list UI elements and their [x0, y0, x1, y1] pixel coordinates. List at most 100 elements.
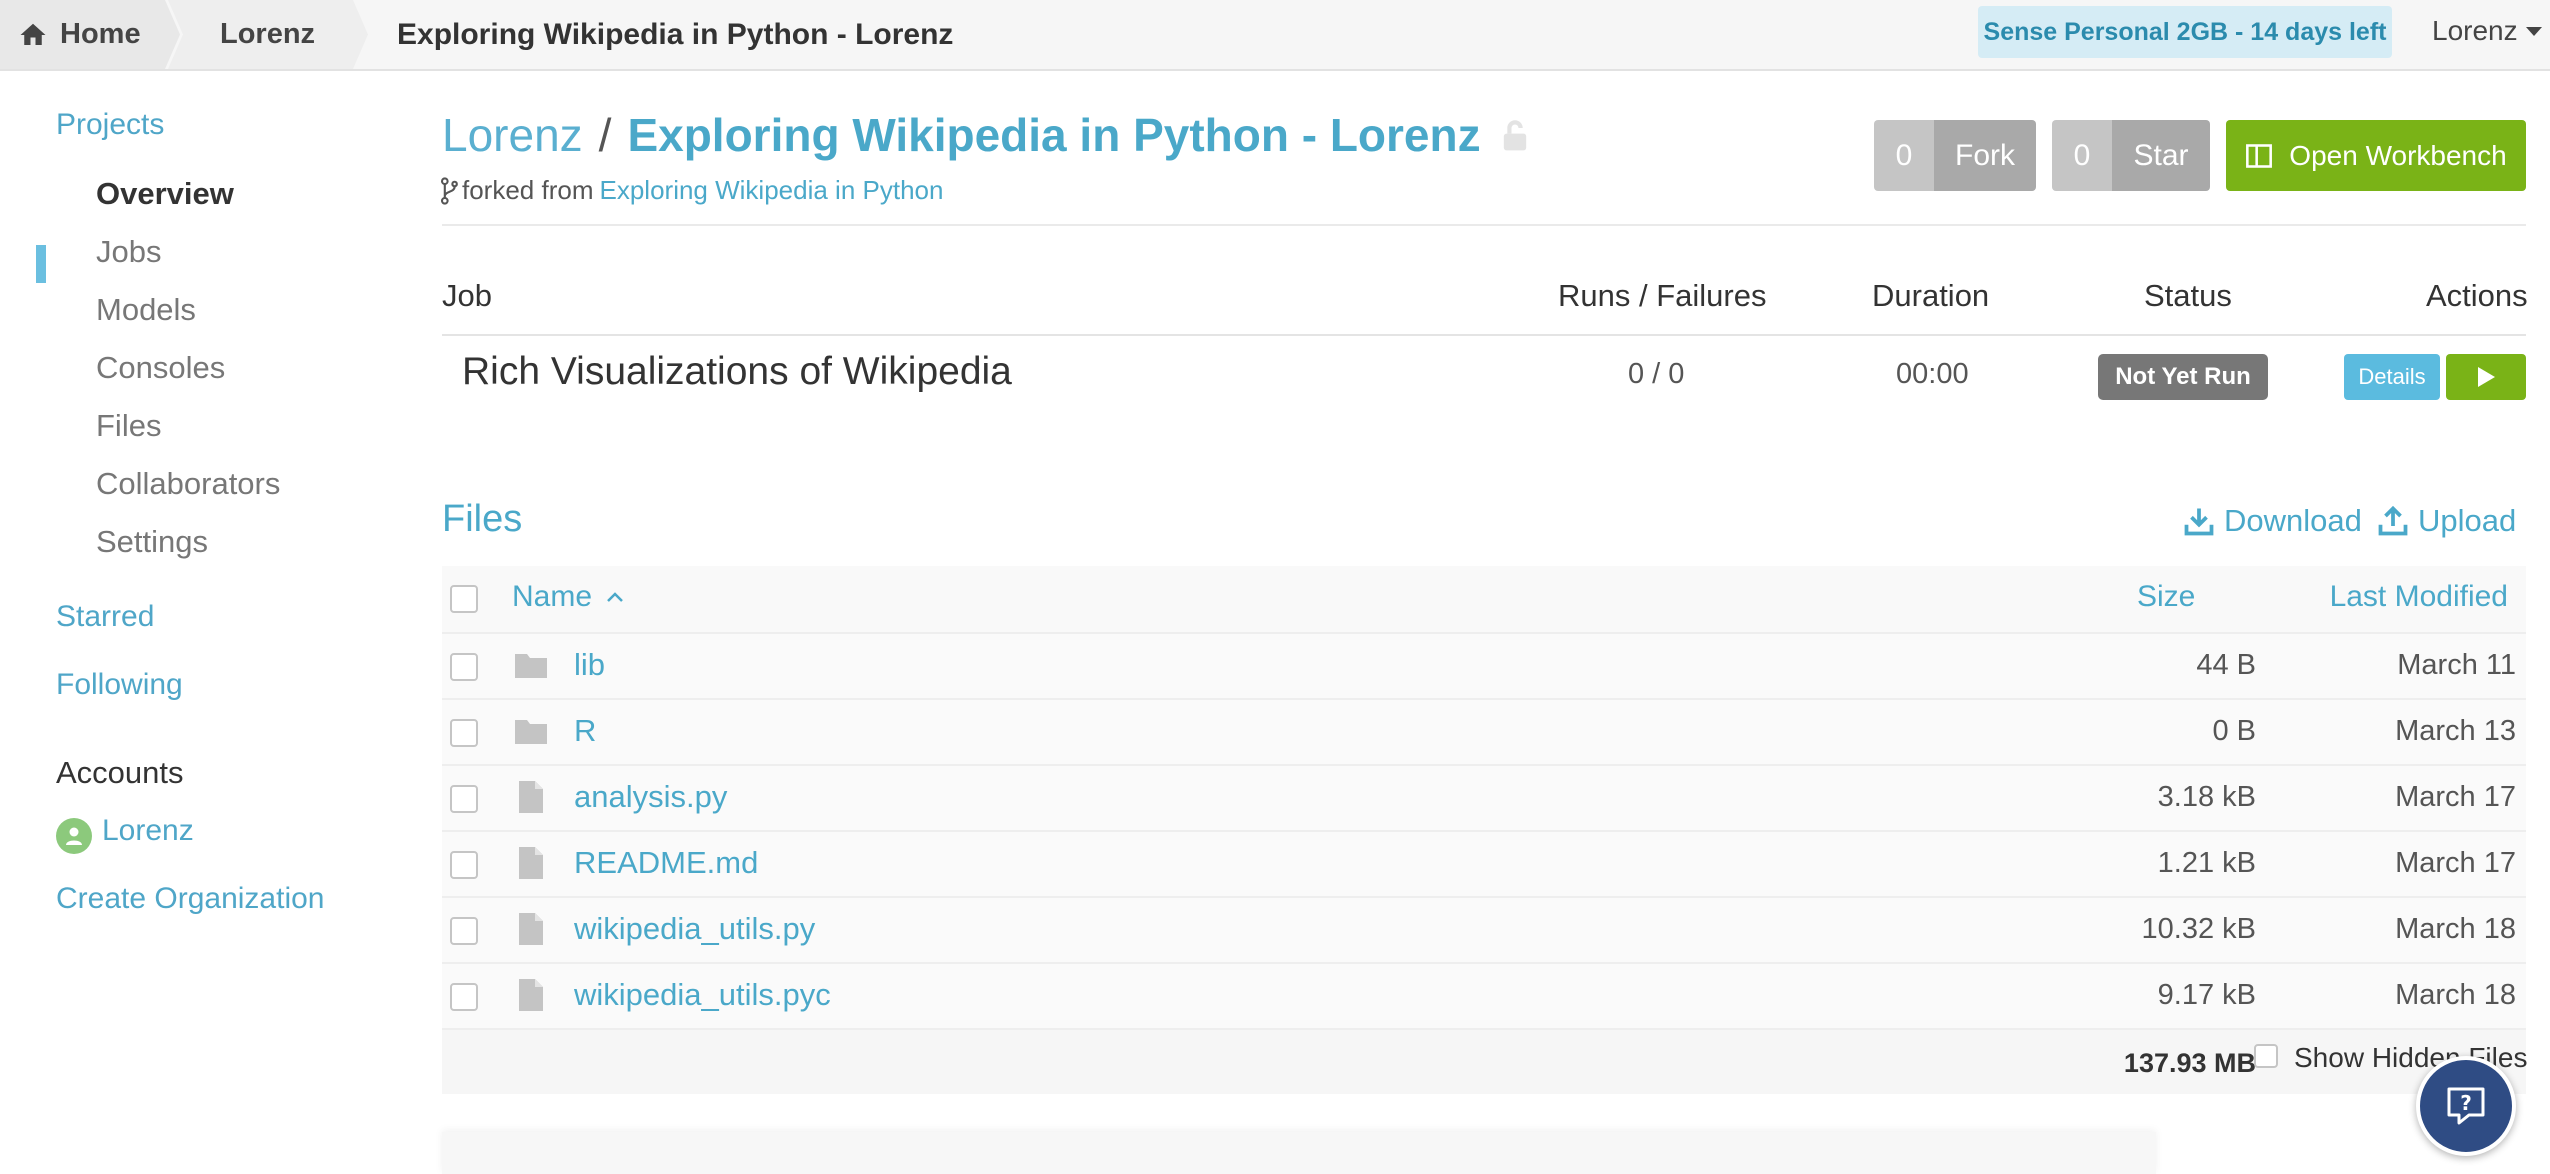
- svg-text:?: ?: [2460, 1091, 2472, 1115]
- run-job-button[interactable]: [2446, 354, 2526, 400]
- home-icon: [20, 23, 46, 45]
- files-heading: Files: [442, 498, 523, 540]
- user-menu[interactable]: Lorenz: [2432, 0, 2542, 62]
- download-icon: [2184, 508, 2214, 536]
- show-hidden-files-checkbox[interactable]: [2254, 1044, 2278, 1068]
- forked-from: forked from Exploring Wikipedia in Pytho…: [440, 175, 943, 206]
- file-modified: March 17: [2395, 847, 2516, 879]
- file-modified: March 11: [2397, 649, 2516, 681]
- file-name-link[interactable]: analysis.py: [574, 779, 727, 815]
- play-icon: [2477, 367, 2495, 387]
- fork-button[interactable]: 0 Fork: [1874, 120, 2036, 191]
- sidebar-item-models[interactable]: Models: [96, 292, 196, 328]
- file-modified: March 17: [2395, 781, 2516, 813]
- file-modified: March 18: [2395, 913, 2516, 945]
- file-size: 3.18 kB: [2157, 781, 2256, 813]
- sidebar-item-collaborators[interactable]: Collaborators: [96, 466, 280, 502]
- project-owner-link[interactable]: Lorenz: [442, 108, 583, 162]
- workbench-icon: [2246, 143, 2273, 168]
- last-modified-column-header[interactable]: Last Modified: [2330, 580, 2508, 614]
- name-column-header[interactable]: Name: [512, 580, 624, 614]
- help-chat-button[interactable]: ?: [2416, 1056, 2516, 1156]
- row-checkbox[interactable]: [450, 851, 478, 879]
- details-button[interactable]: Details: [2344, 354, 2440, 400]
- size-column-header[interactable]: Size: [2137, 580, 2195, 614]
- sidebar-starred-link[interactable]: Starred: [56, 600, 154, 634]
- sidebar-item-jobs[interactable]: Jobs: [96, 234, 161, 270]
- jobs-divider: [442, 334, 2526, 336]
- upload-label: Upload: [2418, 503, 2517, 538]
- jobs-header-job: Job: [442, 278, 492, 313]
- star-button[interactable]: 0 Star: [2052, 120, 2210, 191]
- table-row[interactable]: README.md 1.21 kB March 17: [442, 830, 2526, 896]
- select-all-checkbox[interactable]: [450, 585, 478, 613]
- total-size: 137.93 MB: [2123, 1048, 2256, 1078]
- table-row[interactable]: lib 44 B March 11: [442, 632, 2526, 698]
- upload-icon: [2378, 506, 2408, 536]
- open-workbench-label: Open Workbench: [2289, 139, 2507, 171]
- file-name-link[interactable]: README.md: [574, 845, 758, 881]
- trial-badge[interactable]: Sense Personal 2GB - 14 days left: [1978, 6, 2392, 58]
- chevron-down-icon: [2525, 26, 2542, 36]
- project-name-link[interactable]: Exploring Wikipedia in Python - Lorenz: [627, 108, 1480, 162]
- open-workbench-button[interactable]: Open Workbench: [2226, 120, 2526, 191]
- breadcrumb-home[interactable]: Home: [0, 0, 180, 69]
- file-size: 9.17 kB: [2157, 979, 2256, 1011]
- user-menu-label: Lorenz: [2432, 15, 2518, 46]
- file-size: 44 B: [2196, 649, 2256, 681]
- files-table-header: Name Size Last Modified: [442, 566, 2526, 632]
- row-checkbox[interactable]: [450, 719, 478, 747]
- sidebar-following-link[interactable]: Following: [56, 668, 183, 702]
- file-size: 1.21 kB: [2157, 847, 2256, 879]
- file-icon: [519, 979, 543, 1011]
- sidebar-item-files[interactable]: Files: [96, 408, 161, 444]
- create-organization-link[interactable]: Create Organization: [56, 882, 324, 916]
- next-section-card: [442, 1132, 2156, 1174]
- breadcrumb-user-label: Lorenz: [220, 18, 316, 50]
- table-row[interactable]: analysis.py 3.18 kB March 17: [442, 764, 2526, 830]
- jobs-header-runs: Runs / Failures: [1558, 278, 1767, 313]
- star-count: 0: [2052, 120, 2112, 191]
- row-checkbox[interactable]: [450, 785, 478, 813]
- file-icon: [519, 781, 543, 813]
- file-modified: March 18: [2395, 979, 2516, 1011]
- file-name-link[interactable]: wikipedia_utils.pyc: [574, 977, 831, 1013]
- job-runs: 0 / 0: [1628, 358, 1685, 390]
- page-title: Lorenz / Exploring Wikipedia in Python -…: [442, 108, 1529, 162]
- row-checkbox[interactable]: [450, 983, 478, 1011]
- table-row[interactable]: wikipedia_utils.py 10.32 kB March 18: [442, 896, 2526, 962]
- table-row[interactable]: wikipedia_utils.pyc 9.17 kB March 18: [442, 962, 2526, 1028]
- avatar: [56, 818, 92, 854]
- accounts-heading: Accounts: [56, 755, 184, 790]
- table-row[interactable]: R 0 B March 13: [442, 698, 2526, 764]
- active-indicator: [36, 245, 46, 283]
- row-checkbox[interactable]: [450, 653, 478, 681]
- breadcrumb-user[interactable]: Lorenz: [168, 0, 368, 69]
- forked-prefix: forked from: [462, 175, 594, 205]
- account-link[interactable]: Lorenz: [102, 814, 194, 848]
- job-name-link[interactable]: Rich Visualizations of Wikipedia: [462, 350, 1012, 394]
- sidebar-item-overview[interactable]: Overview: [96, 176, 234, 212]
- title-separator: /: [598, 109, 612, 161]
- folder-icon: [515, 720, 547, 744]
- breadcrumb-home-label: Home: [60, 18, 141, 50]
- download-label: Download: [2224, 503, 2362, 538]
- fork-icon: [440, 176, 458, 205]
- jobs-header-status: Status: [2144, 278, 2232, 313]
- breadcrumb-project-label: Exploring Wikipedia in Python - Lorenz: [397, 17, 954, 51]
- sidebar-item-settings[interactable]: Settings: [96, 524, 208, 560]
- row-checkbox[interactable]: [450, 917, 478, 945]
- forked-source-link[interactable]: Exploring Wikipedia in Python: [600, 175, 944, 206]
- file-name-link[interactable]: R: [574, 713, 596, 749]
- file-icon: [519, 847, 543, 879]
- files-table-footer: 137.93 MB Show Hidden Files: [442, 1028, 2527, 1094]
- download-button[interactable]: Download: [2184, 503, 2362, 539]
- upload-button[interactable]: Upload: [2378, 503, 2516, 539]
- file-name-link[interactable]: lib: [574, 647, 605, 683]
- file-name-link[interactable]: wikipedia_utils.py: [574, 911, 815, 947]
- jobs-header-duration: Duration: [1872, 278, 1990, 313]
- top-bar: Home Lorenz Exploring Wikipedia in Pytho…: [0, 0, 2550, 71]
- sidebar-item-consoles[interactable]: Consoles: [96, 350, 225, 386]
- file-size: 0 B: [2212, 715, 2256, 747]
- sidebar-projects-link[interactable]: Projects: [56, 108, 164, 142]
